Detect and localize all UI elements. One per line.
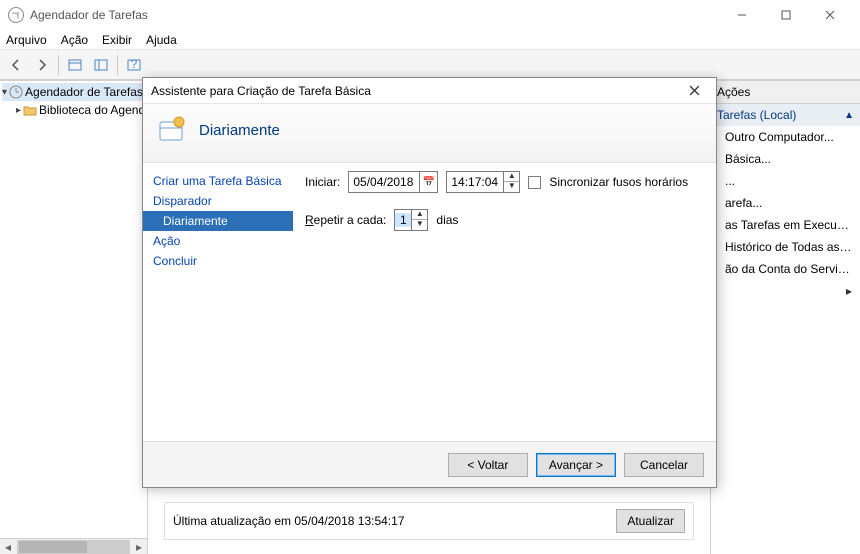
date-field[interactable] (349, 175, 419, 189)
tree-child[interactable]: ▸ Biblioteca do Agendador (2, 101, 145, 119)
window-titlebar: Agendador de Tarefas (0, 0, 860, 30)
app-icon (8, 7, 24, 23)
tree-child-label: Biblioteca do Agendador (39, 103, 145, 117)
folder-icon (23, 103, 37, 117)
toolbar-button-1[interactable] (63, 53, 87, 77)
time-field[interactable] (447, 175, 503, 189)
cancel-button[interactable]: Cancelar (624, 453, 704, 477)
action-import-task[interactable]: arefa... (711, 192, 860, 214)
nav-daily[interactable]: Diariamente (143, 211, 293, 231)
next-button[interactable]: Avançar > (536, 453, 616, 477)
actions-group-title: Tarefas (Local) (717, 108, 796, 122)
scroll-left-icon[interactable]: ◂ (0, 539, 16, 554)
dialog-titlebar: Assistente para Criação de Tarefa Básica (143, 78, 716, 104)
actions-group-header[interactable]: Tarefas (Local) ▲ (711, 104, 860, 126)
nav-trigger[interactable]: Disparador (143, 191, 293, 211)
scroll-right-icon[interactable]: ▸ (131, 539, 147, 554)
svg-text:?: ? (131, 58, 138, 71)
action-create-basic[interactable]: Básica... (711, 148, 860, 170)
close-button[interactable] (808, 1, 852, 29)
toolbar-separator (58, 55, 59, 75)
toolbar-separator (117, 55, 118, 75)
days-label: dias (436, 213, 458, 227)
actions-more-arrow[interactable]: ▸ (711, 280, 860, 302)
repeat-days-input[interactable]: ▲▼ (394, 209, 428, 231)
menubar: Arquivo Ação Exibir Ajuda (0, 30, 860, 50)
expand-icon[interactable]: ▸ (16, 105, 21, 116)
actions-panel: Ações Tarefas (Local) ▲ Outro Computador… (710, 81, 860, 554)
action-running-tasks[interactable]: as Tarefas em Execução (711, 214, 860, 236)
back-button[interactable]: < Voltar (448, 453, 528, 477)
toolbar-help-button[interactable]: ? (122, 53, 146, 77)
tree-hscrollbar[interactable]: ◂ ▸ (0, 538, 147, 554)
action-history[interactable]: Histórico de Todas as Taref... (711, 236, 860, 258)
menu-file[interactable]: Arquivo (6, 33, 47, 47)
spin-down-icon[interactable]: ▼ (504, 182, 519, 192)
nav-create-task[interactable]: Criar uma Tarefa Básica (143, 171, 293, 191)
time-spinner[interactable]: ▲▼ (503, 172, 519, 192)
repeat-spinner[interactable]: ▲▼ (411, 210, 427, 230)
action-at-account[interactable]: ão da Conta do Serviço AT (711, 258, 860, 280)
wizard-dialog: Assistente para Criação de Tarefa Básica… (142, 77, 717, 488)
dialog-header: Diariamente (143, 104, 716, 163)
status-box: Última atualização em 05/04/2018 13:54:1… (164, 502, 694, 540)
wizard-content: Iniciar: 📅 ▲▼ Sincronizar fusos horários… (293, 163, 716, 441)
nav-back-button[interactable] (4, 53, 28, 77)
start-date-input[interactable]: 📅 (348, 171, 438, 193)
toolbar-button-2[interactable] (89, 53, 113, 77)
dialog-title: Assistente para Criação de Tarefa Básica (151, 84, 680, 98)
dialog-body: Criar uma Tarefa Básica Disparador Diari… (143, 163, 716, 441)
scroll-thumb[interactable] (17, 540, 130, 554)
collapse-icon[interactable]: ▲ (844, 110, 854, 121)
action-item[interactable]: ... (711, 170, 860, 192)
refresh-button[interactable]: Atualizar (616, 509, 685, 533)
dialog-heading: Diariamente (199, 122, 280, 139)
window-title: Agendador de Tarefas (30, 8, 720, 22)
scheduler-icon (9, 85, 23, 99)
tree-root[interactable]: ▾ Agendador de Tarefas (Local) (2, 83, 145, 101)
start-label: Iniciar: (305, 175, 340, 189)
tree-panel: ▾ Agendador de Tarefas (Local) ▸ Bibliot… (0, 81, 148, 554)
menu-view[interactable]: Exibir (102, 33, 132, 47)
action-connect-computer[interactable]: Outro Computador... (711, 126, 860, 148)
minimize-button[interactable] (720, 1, 764, 29)
nav-finish[interactable]: Concluir (143, 251, 293, 271)
tree-root-label: Agendador de Tarefas (Local) (25, 85, 145, 99)
dialog-footer: < Voltar Avançar > Cancelar (143, 441, 716, 487)
calendar-dropdown-icon[interactable]: 📅 (419, 172, 437, 192)
repeat-label: RRepetir a cada:epetir a cada: (305, 213, 386, 227)
wizard-nav: Criar uma Tarefa Básica Disparador Diari… (143, 163, 293, 441)
toolbar: ? (0, 50, 860, 80)
wizard-icon (157, 116, 187, 144)
menu-action[interactable]: Ação (61, 33, 88, 47)
sync-timezone-label: Sincronizar fusos horários (549, 175, 688, 189)
spin-down-icon[interactable]: ▼ (412, 220, 427, 230)
last-update-text: Última atualização em 05/04/2018 13:54:1… (173, 514, 606, 528)
expand-icon[interactable]: ▾ (2, 87, 7, 98)
menu-help[interactable]: Ajuda (146, 33, 177, 47)
nav-forward-button[interactable] (30, 53, 54, 77)
dialog-close-button[interactable] (680, 79, 708, 103)
window-controls (720, 1, 852, 29)
sync-timezone-checkbox[interactable] (528, 176, 541, 189)
actions-panel-title: Ações (711, 81, 860, 104)
maximize-button[interactable] (764, 1, 808, 29)
nav-action[interactable]: Ação (143, 231, 293, 251)
start-time-input[interactable]: ▲▼ (446, 171, 520, 193)
repeat-field[interactable] (395, 213, 411, 227)
